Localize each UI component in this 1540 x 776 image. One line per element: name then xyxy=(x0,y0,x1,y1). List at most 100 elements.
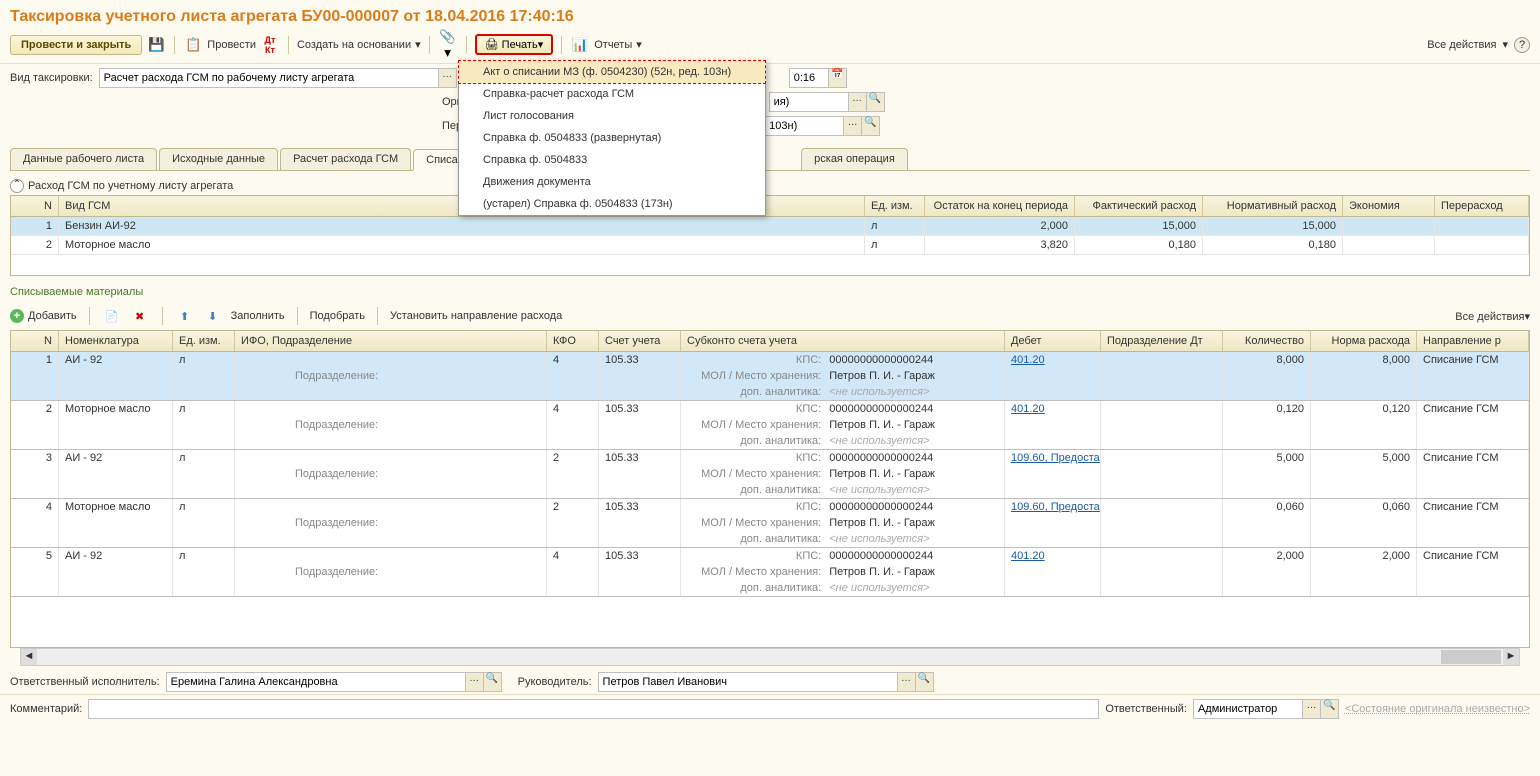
delete-icon[interactable]: ✖ xyxy=(130,306,150,326)
tab-content: ⌃ Расход ГСМ по учетному листу агрегата … xyxy=(10,170,1530,666)
tab-source-data[interactable]: Исходные данные xyxy=(159,148,278,170)
print-menu-item[interactable]: (устарел) Справка ф. 0504833 (173н) xyxy=(459,193,765,215)
form-area: Вид таксировки: … Но 📅 Орга … 🔍 Пер … 🔍 xyxy=(0,64,1540,144)
col-per[interactable]: Перерасход xyxy=(1435,196,1529,216)
separator xyxy=(466,36,467,54)
col-header[interactable]: Подразделение Дт xyxy=(1101,331,1223,351)
user-input[interactable] xyxy=(1193,699,1303,719)
type-input[interactable] xyxy=(99,68,439,88)
gsm-row[interactable]: 2 Моторное масло л 3,820 0,180 0,180 xyxy=(11,236,1529,255)
gsm-row[interactable]: 1 Бензин АИ-92 л 2,000 15,000 15,000 xyxy=(11,217,1529,236)
col-header[interactable]: Счет учета xyxy=(599,331,681,351)
table-row[interactable]: 4 Моторное масло л 2 105.33 КПС:00000000… xyxy=(11,499,1529,548)
chevron-down-icon[interactable]: ▾ xyxy=(636,38,642,51)
org-input[interactable] xyxy=(769,92,849,112)
print-menu-item[interactable]: Справка ф. 0504833 xyxy=(459,149,765,171)
move-down-icon[interactable]: ⬇ xyxy=(203,306,223,326)
col-header[interactable]: Норма расхода xyxy=(1311,331,1417,351)
scroll-thumb[interactable] xyxy=(1441,650,1501,664)
table-row[interactable]: 5 АИ - 92 л 4 105.33 КПС:000000000000002… xyxy=(11,548,1529,597)
horizontal-scrollbar[interactable]: ◄ ► xyxy=(20,648,1520,666)
cell xyxy=(1435,236,1529,254)
create-on-button[interactable]: Создать на основании xyxy=(297,39,411,51)
open-button[interactable]: 🔍 xyxy=(916,672,934,692)
table-row[interactable]: 1 АИ - 92 л 4 105.33 КПС:000000000000002… xyxy=(11,352,1529,401)
col-header[interactable]: КФО xyxy=(547,331,599,351)
attach-icon[interactable]: 📎▾ xyxy=(438,35,458,55)
open-button[interactable]: 🔍 xyxy=(867,92,885,112)
chevron-down-icon[interactable]: ▾ xyxy=(1502,38,1508,51)
calendar-button[interactable]: 📅 xyxy=(829,68,847,88)
provesti-icon[interactable]: 📋 xyxy=(183,35,203,55)
print-menu-item[interactable]: Акт о списании МЗ (ф. 0504230) (52н, ред… xyxy=(458,60,766,84)
separator xyxy=(162,307,163,325)
save-icon[interactable]: 💾 xyxy=(146,35,166,55)
print-button[interactable]: 🖨 Печать▾ xyxy=(475,34,554,55)
print-menu-item[interactable]: Справка ф. 0504833 (развернутая) xyxy=(459,127,765,149)
col-ost[interactable]: Остаток на конец периода xyxy=(925,196,1075,216)
select-button[interactable]: … xyxy=(898,672,916,692)
separator xyxy=(561,36,562,54)
open-button[interactable]: 🔍 xyxy=(1321,699,1339,719)
select-button[interactable]: Подобрать xyxy=(310,310,365,322)
separator xyxy=(297,307,298,325)
comment-input[interactable] xyxy=(88,699,1099,719)
cell xyxy=(1435,217,1529,235)
col-header[interactable]: Ед. изм. xyxy=(173,331,235,351)
cell: 1 xyxy=(11,217,59,235)
submit-button[interactable]: Провести и закрыть xyxy=(10,35,142,55)
col-norm[interactable]: Нормативный расход xyxy=(1203,196,1343,216)
move-up-icon[interactable]: ⬆ xyxy=(175,306,195,326)
head-input[interactable] xyxy=(598,672,898,692)
cell: л xyxy=(865,236,925,254)
print-menu-item[interactable]: Движения документа xyxy=(459,171,765,193)
col-header[interactable]: Субконто счета учета xyxy=(681,331,1005,351)
date-input[interactable] xyxy=(789,68,829,88)
tab-operation[interactable]: рская операция xyxy=(801,148,908,170)
provesti-label[interactable]: Провести xyxy=(207,39,256,51)
copy-icon[interactable]: 📄 xyxy=(102,306,122,326)
col-header[interactable]: Номенклатура xyxy=(59,331,173,351)
status-text[interactable]: <Состояние оригинала неизвестно> xyxy=(1345,703,1530,715)
main-toolbar: Провести и закрыть 💾 📋 Провести ДтКт Соз… xyxy=(0,30,1540,64)
all-actions-button[interactable]: Все действия▾ xyxy=(1455,310,1530,323)
all-actions-button[interactable]: Все действия xyxy=(1427,39,1496,51)
scroll-right-icon[interactable]: ► xyxy=(1503,649,1519,665)
resp-input[interactable] xyxy=(166,672,466,692)
col-eco[interactable]: Экономия xyxy=(1343,196,1435,216)
scroll-left-icon[interactable]: ◄ xyxy=(21,649,37,665)
select-button[interactable]: … xyxy=(1303,699,1321,719)
add-button[interactable]: +Добавить xyxy=(10,309,77,323)
col-fact[interactable]: Фактический расход xyxy=(1075,196,1203,216)
table-row[interactable]: 2 Моторное масло л 4 105.33 КПС:00000000… xyxy=(11,401,1529,450)
col-header[interactable]: N xyxy=(11,331,59,351)
col-n[interactable]: N xyxy=(11,196,59,216)
help-icon[interactable]: ? xyxy=(1514,37,1530,53)
direction-button[interactable]: Установить направление расхода xyxy=(390,310,562,322)
select-button[interactable]: … xyxy=(466,672,484,692)
user-label: Ответственный: xyxy=(1105,703,1187,715)
per-input[interactable] xyxy=(764,116,844,136)
reports-button[interactable]: Отчеты xyxy=(594,39,632,51)
collapse-icon[interactable]: ⌃ xyxy=(10,179,24,193)
tab-gsm-calc[interactable]: Расчет расхода ГСМ xyxy=(280,148,411,170)
print-menu-item[interactable]: Справка-расчет расхода ГСМ xyxy=(459,83,765,105)
col-header[interactable]: ИФО, Подразделение xyxy=(235,331,547,351)
tab-worksheet-data[interactable]: Данные рабочего листа xyxy=(10,148,157,170)
select-button[interactable]: … xyxy=(439,68,457,88)
chevron-down-icon[interactable]: ▾ xyxy=(415,38,421,51)
print-menu-item[interactable]: Лист голосования xyxy=(459,105,765,127)
fill-button[interactable]: Заполнить xyxy=(231,310,285,322)
select-button[interactable]: … xyxy=(844,116,862,136)
col-header[interactable]: Направление р xyxy=(1417,331,1529,351)
separator xyxy=(288,36,289,54)
col-header[interactable]: Дебет xyxy=(1005,331,1101,351)
select-button[interactable]: … xyxy=(849,92,867,112)
open-button[interactable]: 🔍 xyxy=(862,116,880,136)
dtkt-icon[interactable]: ДтКт xyxy=(260,35,280,55)
reports-icon[interactable]: 📊 xyxy=(570,35,590,55)
col-ed[interactable]: Ед. изм. xyxy=(865,196,925,216)
table-row[interactable]: 3 АИ - 92 л 2 105.33 КПС:000000000000002… xyxy=(11,450,1529,499)
col-header[interactable]: Количество xyxy=(1223,331,1311,351)
open-button[interactable]: 🔍 xyxy=(484,672,502,692)
